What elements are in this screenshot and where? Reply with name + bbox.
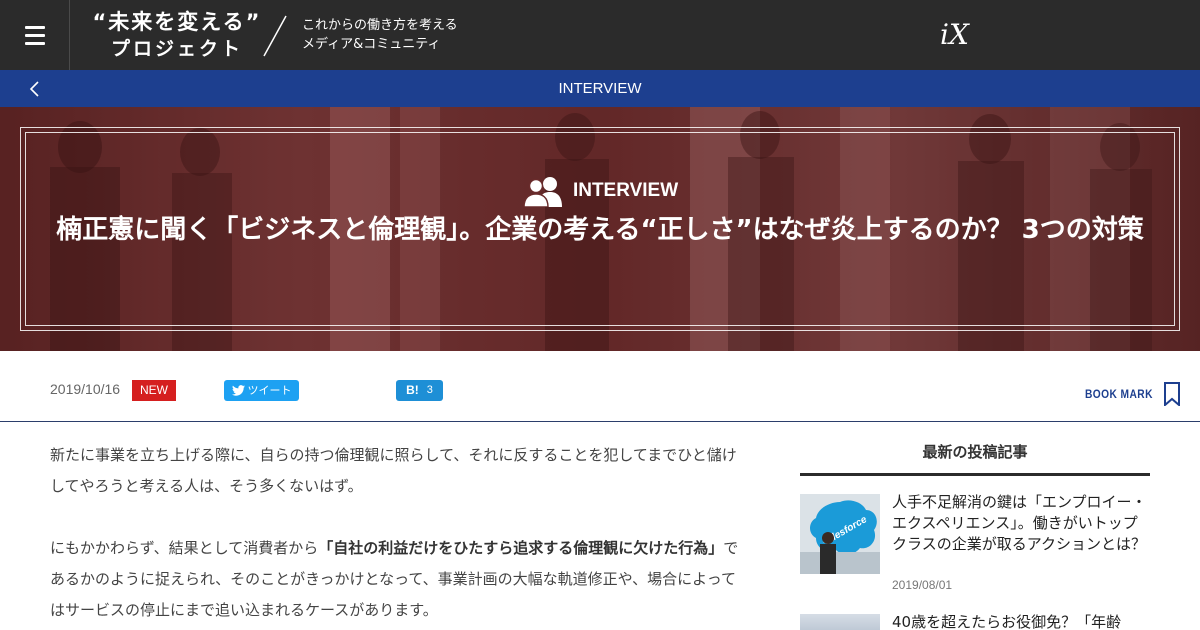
twitter-bird-icon bbox=[231, 385, 245, 396]
tweet-label: ツイート bbox=[247, 384, 292, 397]
hatena-icon: B! bbox=[406, 383, 419, 397]
sidebar-heading: 最新の投稿記事 bbox=[800, 430, 1150, 476]
tagline-line-2: メディア&コミュニティ bbox=[302, 37, 441, 52]
ix-brand-logo[interactable]: iX bbox=[940, 18, 980, 52]
hatena-bookmark-button[interactable]: B! 3 bbox=[396, 380, 443, 401]
sidebar-post-title: 40歳を超えたらお役御免？「年齢 bbox=[892, 613, 1122, 630]
tweet-button[interactable]: ツイート bbox=[224, 380, 299, 401]
logo-slash-divider bbox=[263, 15, 287, 57]
hatena-count: 3 bbox=[426, 384, 433, 396]
site-header: “未来を変える” プロジェクト これからの働き方を考える メディア&コミュニティ… bbox=[0, 0, 1200, 70]
logo-line-1: “未来を変える” bbox=[92, 10, 262, 34]
site-logo[interactable]: “未来を変える” プロジェクト bbox=[92, 8, 262, 64]
article-body: 新たに事業を立ち上げる際に、自らの持つ倫理観に照らして、それに反することを犯して… bbox=[50, 440, 750, 630]
article-paragraph-1: 新たに事業を立ち上げる際に、自らの持つ倫理観に照らして、それに反することを犯して… bbox=[50, 446, 737, 495]
chevron-left-icon[interactable] bbox=[26, 79, 42, 99]
article-title: 楠正憲に聞く「ビジネスと倫理観」。企業の考える“正しさ”はなぜ炎上するのか？ 3… bbox=[56, 215, 1144, 245]
category-label: INTERVIEW bbox=[558, 80, 642, 97]
hamburger-icon bbox=[24, 25, 45, 29]
logo-line-2: プロジェクト bbox=[110, 38, 243, 60]
sidebar-post-item[interactable]: 40歳を超えたらお役御免？「年齢 bbox=[800, 612, 1150, 630]
article-emphasis: 「自社の利益だけをひたすら追求する倫理観に欠けた行為」 bbox=[318, 539, 724, 557]
category-bar: INTERVIEW bbox=[0, 70, 1200, 107]
latest-posts-sidebar: 最新の投稿記事 salesforce 人手不足解消の鍵は「エンプロイー・エクスペ… bbox=[800, 430, 1150, 594]
bookmark-label: BOOK MARK bbox=[1085, 387, 1153, 401]
article-hero: INTERVIEW 楠正憲に聞く「ビジネスと倫理観」。企業の考える“正しさ”はな… bbox=[0, 107, 1200, 351]
sidebar-post-date: 2019/08/01 bbox=[892, 578, 953, 592]
hero-category: INTERVIEW bbox=[0, 175, 1200, 207]
post-thumbnail: salesforce bbox=[800, 494, 880, 574]
site-tagline: これからの働き方を考える メディア&コミュニティ bbox=[302, 16, 458, 54]
article-meta-row: 2019/10/16 NEW ツイート B! 3 BOOK MARK bbox=[0, 351, 1200, 422]
article-paragraph-2: にもかかわらず、結果として消費者から「自社の利益だけをひたすら追求する倫理観に欠… bbox=[50, 539, 739, 619]
post-thumbnail bbox=[800, 614, 880, 630]
people-icon bbox=[523, 177, 562, 207]
bookmark-icon bbox=[1163, 382, 1180, 406]
hero-category-label: INTERVIEW bbox=[572, 180, 679, 201]
hamburger-menu-button[interactable] bbox=[0, 0, 70, 70]
sidebar-post-item[interactable]: salesforce 人手不足解消の鍵は「エンプロイー・エクスペリエンス」。働き… bbox=[800, 493, 1150, 594]
publish-date: 2019/10/16 bbox=[50, 381, 121, 397]
new-badge: NEW bbox=[132, 380, 176, 401]
bookmark-button[interactable]: BOOK MARK bbox=[1085, 382, 1181, 406]
tagline-line-1: これからの働き方を考える bbox=[302, 18, 458, 33]
sidebar-post-title: 人手不足解消の鍵は「エンプロイー・エクスペリエンス」。働きがいトップクラスの企業… bbox=[892, 493, 1147, 553]
